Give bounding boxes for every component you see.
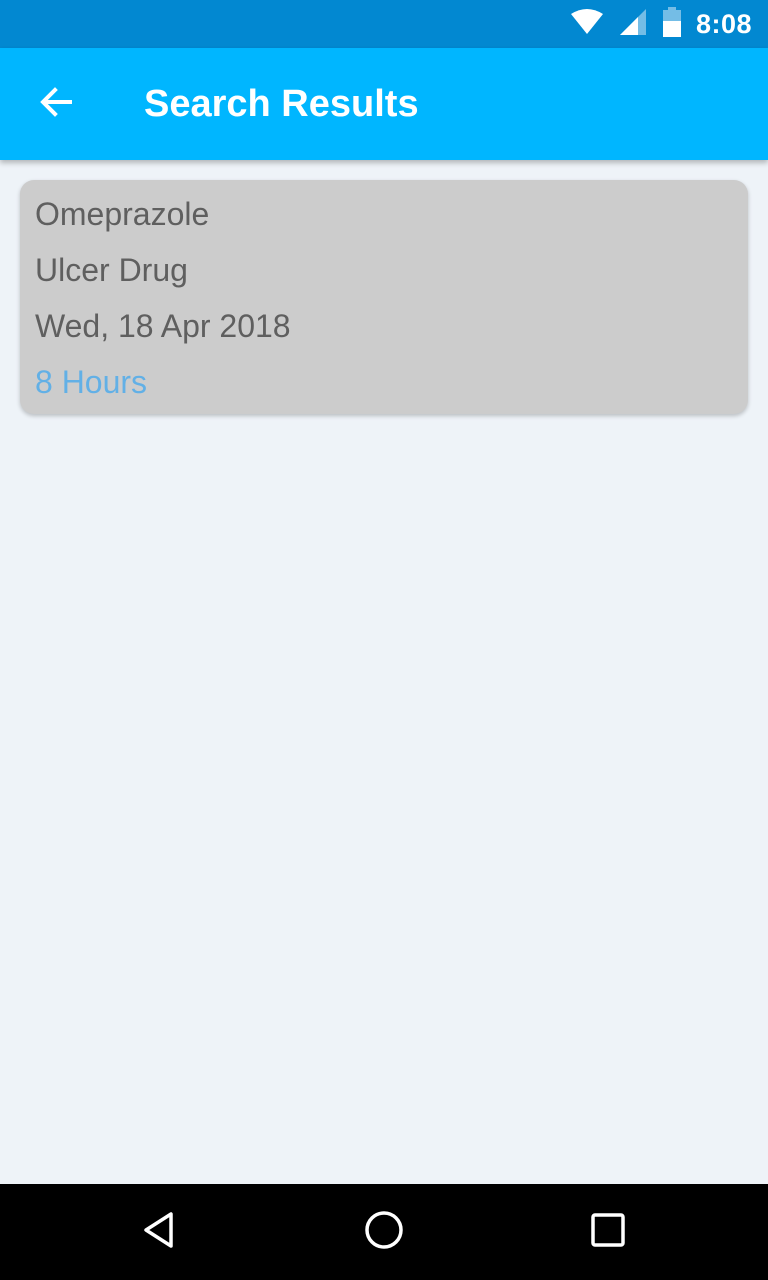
square-recents-icon bbox=[588, 1210, 628, 1255]
nav-back-button[interactable] bbox=[120, 1192, 200, 1272]
status-icons: 8:08 bbox=[570, 0, 752, 48]
page-title: Search Results bbox=[144, 83, 419, 125]
back-button[interactable] bbox=[16, 64, 96, 144]
arrow-left-icon bbox=[38, 84, 74, 125]
app-bar: Search Results bbox=[0, 48, 768, 160]
nav-recents-button[interactable] bbox=[568, 1192, 648, 1272]
status-bar: 8:08 bbox=[0, 0, 768, 48]
result-card[interactable]: Omeprazole Ulcer Drug Wed, 18 Apr 2018 8… bbox=[20, 180, 748, 414]
nav-home-button[interactable] bbox=[344, 1192, 424, 1272]
triangle-back-icon bbox=[140, 1210, 180, 1255]
status-time: 8:08 bbox=[695, 8, 752, 39]
circle-home-icon bbox=[364, 1210, 404, 1255]
drug-name: Omeprazole bbox=[35, 196, 210, 232]
drug-type: Ulcer Drug bbox=[35, 252, 188, 288]
results-list: Omeprazole Ulcer Drug Wed, 18 Apr 2018 8… bbox=[0, 160, 768, 1184]
drug-duration: 8 Hours bbox=[35, 364, 148, 400]
wifi-icon bbox=[570, 8, 604, 40]
battery-icon bbox=[662, 6, 682, 42]
drug-date: Wed, 18 Apr 2018 bbox=[35, 308, 291, 344]
cell-signal-icon bbox=[618, 7, 648, 42]
navigation-bar bbox=[0, 1184, 768, 1280]
